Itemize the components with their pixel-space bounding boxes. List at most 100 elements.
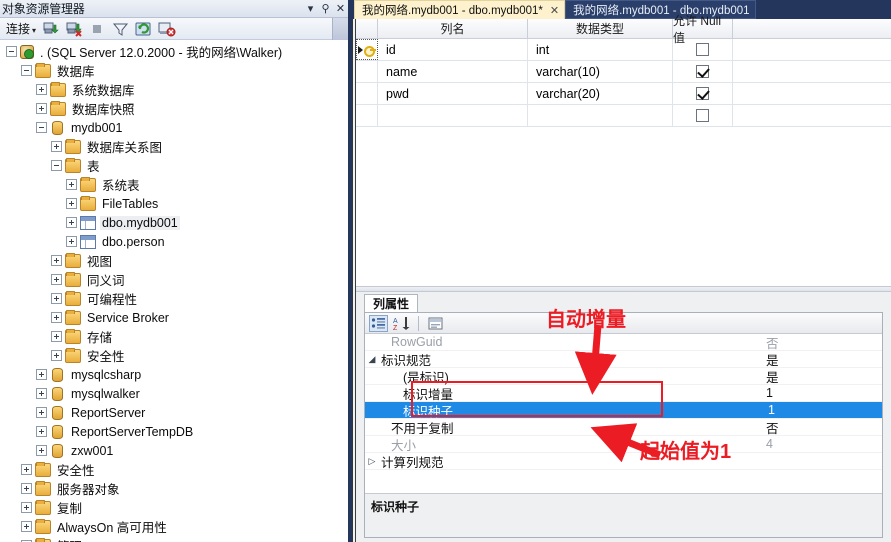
expand-icon[interactable] <box>51 255 62 266</box>
document-tab[interactable]: 我的网络.mydb001 - dbo.mydb001* ✕ <box>354 0 566 19</box>
tree-node[interactable]: 系统表 <box>0 175 348 194</box>
expand-icon[interactable] <box>66 236 77 247</box>
expand-icon[interactable] <box>36 407 47 418</box>
property-value[interactable]: 是 <box>762 367 882 386</box>
expand-icon[interactable] <box>66 198 77 209</box>
property-row[interactable]: ▷ 计算列规范 <box>365 453 882 470</box>
pin-icon[interactable]: ⚲ <box>318 2 333 15</box>
property-value[interactable]: 4 <box>762 437 882 451</box>
tree-node[interactable]: mydb001 <box>0 118 348 137</box>
connect-button[interactable]: 连接 ▾ <box>4 20 38 37</box>
expand-icon[interactable] <box>51 141 62 152</box>
table-row[interactable] <box>356 105 891 127</box>
tree-node[interactable]: 数据库 <box>0 61 348 80</box>
tree-node[interactable]: dbo.mydb001 <box>0 213 348 232</box>
connect-object-explorer-icon[interactable] <box>42 20 61 38</box>
tree-node[interactable]: 数据库快照 <box>0 99 348 118</box>
property-row[interactable]: ◢ 标识规范是 <box>365 351 882 368</box>
categorized-view-icon[interactable] <box>369 314 388 332</box>
allow-nulls-checkbox[interactable] <box>696 65 709 78</box>
table-row[interactable]: name varchar(10) <box>356 61 891 83</box>
allow-nulls-checkbox[interactable] <box>696 109 709 122</box>
tree-node[interactable]: AlwaysOn 高可用性 <box>0 517 348 536</box>
expand-icon[interactable] <box>51 293 62 304</box>
table-row[interactable]: id int <box>356 39 891 61</box>
allow-nulls-cell[interactable] <box>673 39 733 60</box>
allow-nulls-cell[interactable] <box>673 61 733 82</box>
script-icon[interactable] <box>157 20 176 38</box>
column-name-cell[interactable]: name <box>378 61 528 82</box>
data-type-cell[interactable] <box>528 105 673 126</box>
disconnect-object-explorer-icon[interactable] <box>65 20 84 38</box>
tree-node[interactable]: zxw001 <box>0 441 348 460</box>
property-pages-icon[interactable] <box>426 315 445 332</box>
tree-node[interactable]: 系统数据库 <box>0 80 348 99</box>
tree-node[interactable]: 服务器对象 <box>0 479 348 498</box>
row-selector[interactable] <box>356 83 378 104</box>
expand-icon[interactable] <box>21 502 32 513</box>
window-dropdown-icon[interactable]: ▾ <box>303 2 318 15</box>
property-row[interactable]: 不用于复制否 <box>365 419 882 436</box>
tree-node[interactable]: dbo.person <box>0 232 348 251</box>
expand-icon[interactable] <box>36 84 47 95</box>
column-name-cell[interactable]: pwd <box>378 83 528 104</box>
tree-node[interactable]: FileTables <box>0 194 348 213</box>
tree-node[interactable]: mysqlwalker <box>0 384 348 403</box>
expand-icon[interactable] <box>21 483 32 494</box>
property-value[interactable]: 1 <box>762 386 882 400</box>
collapse-twisty-icon[interactable]: ◢ <box>365 354 379 365</box>
tree-node[interactable]: 同义词 <box>0 270 348 289</box>
collapse-icon[interactable] <box>6 46 17 57</box>
refresh-icon[interactable] <box>134 20 153 38</box>
table-designer-grid[interactable]: 列名 数据类型 允许 Null 值 id int name varchar(10) pw… <box>356 14 891 286</box>
collapse-icon[interactable] <box>21 65 32 76</box>
object-explorer-scrollbar[interactable] <box>332 18 348 40</box>
property-row[interactable]: (是标识) 是 <box>365 368 882 385</box>
property-value[interactable]: 否 <box>762 418 882 437</box>
expand-icon[interactable] <box>36 388 47 399</box>
expand-twisty-icon[interactable]: ▷ <box>365 456 379 467</box>
object-explorer-tree[interactable]: . (SQL Server 12.0.2000 - 我的网络\Walker) 数据… <box>0 40 348 542</box>
property-value-editor[interactable]: 1 <box>766 403 777 417</box>
data-type-cell[interactable]: varchar(10) <box>528 61 673 82</box>
close-tab-icon[interactable]: ✕ <box>550 4 559 17</box>
tree-node[interactable]: 安全性 <box>0 460 348 479</box>
expand-icon[interactable] <box>51 312 62 323</box>
collapse-icon[interactable] <box>36 122 47 133</box>
tree-node[interactable]: 安全性 <box>0 346 348 365</box>
properties-grid[interactable]: RowGuid 否 ◢ 标识规范是 (是标识) 是标识增量 1 标识种子 1 不用于复制否大小 4 ▷… <box>365 334 882 493</box>
property-row[interactable]: 标识种子 1 <box>365 402 882 419</box>
expand-icon[interactable] <box>66 179 77 190</box>
property-row[interactable]: 标识增量 1 <box>365 385 882 402</box>
expand-icon[interactable] <box>36 103 47 114</box>
data-type-cell[interactable]: varchar(20) <box>528 83 673 104</box>
tree-node[interactable]: 管理 <box>0 536 348 542</box>
tree-node[interactable]: Service Broker <box>0 308 348 327</box>
property-row[interactable]: RowGuid 否 <box>365 334 882 351</box>
allow-nulls-checkbox[interactable] <box>696 87 709 100</box>
expand-icon[interactable] <box>36 445 47 456</box>
tree-node[interactable]: 存储 <box>0 327 348 346</box>
stop-icon[interactable] <box>88 20 107 38</box>
collapse-icon[interactable] <box>51 160 62 171</box>
expand-icon[interactable] <box>36 426 47 437</box>
property-value[interactable]: 1 <box>762 403 882 417</box>
allow-nulls-checkbox[interactable] <box>696 43 709 56</box>
expand-icon[interactable] <box>51 274 62 285</box>
tree-node[interactable]: mysqlcsharp <box>0 365 348 384</box>
allow-nulls-cell[interactable] <box>673 105 733 126</box>
property-row[interactable]: 大小 4 <box>365 436 882 453</box>
tree-node[interactable]: 视图 <box>0 251 348 270</box>
row-selector[interactable] <box>356 39 378 60</box>
tab-column-properties[interactable]: 列属性 <box>364 294 419 312</box>
filter-icon[interactable] <box>111 20 130 38</box>
tree-node[interactable]: 复制 <box>0 498 348 517</box>
column-name-cell[interactable]: id <box>378 39 528 60</box>
data-type-cell[interactable]: int <box>528 39 673 60</box>
expand-icon[interactable] <box>21 464 32 475</box>
tree-node[interactable]: 数据库关系图 <box>0 137 348 156</box>
close-icon[interactable]: ✕ <box>333 2 348 15</box>
allow-nulls-cell[interactable] <box>673 83 733 104</box>
tree-node[interactable]: ReportServer <box>0 403 348 422</box>
tree-node[interactable]: . (SQL Server 12.0.2000 - 我的网络\Walker) <box>0 42 348 61</box>
